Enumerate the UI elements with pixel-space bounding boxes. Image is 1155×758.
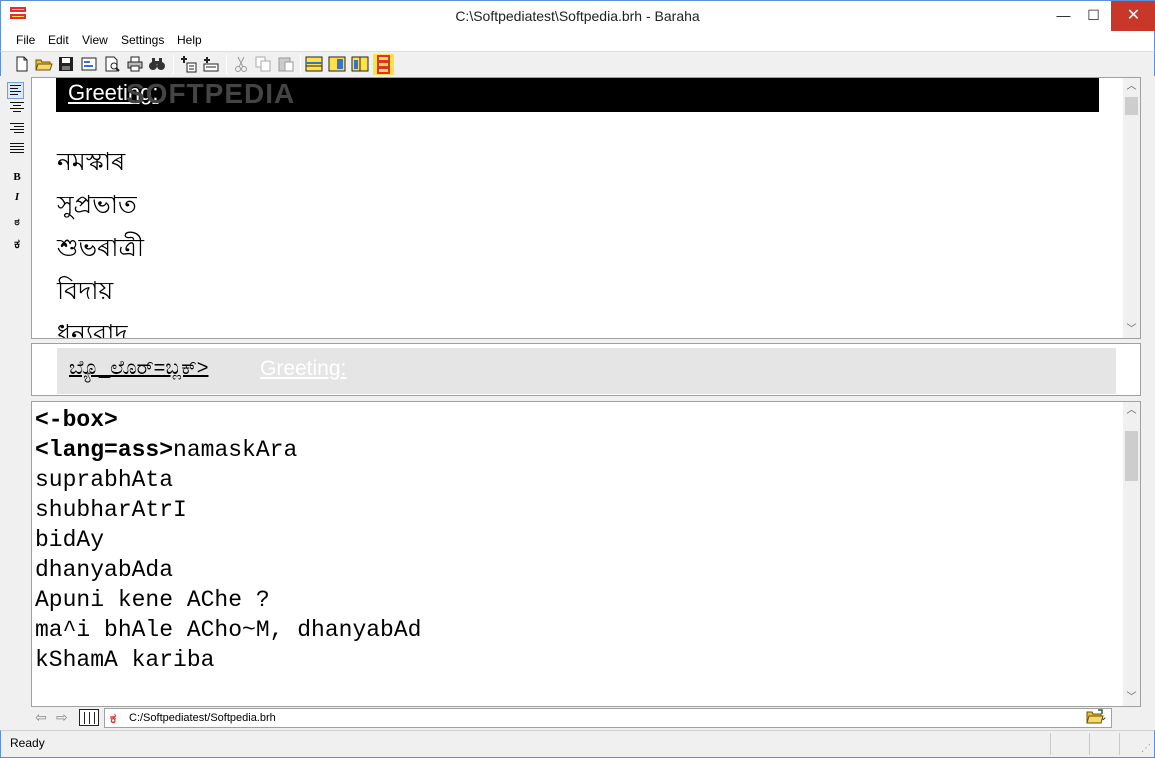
- editor-line: ma^i bhAle ACho~M, dhanyabAd: [35, 617, 422, 643]
- tag-preview-bar: ಬ್ಯೊ_ಲೊರ್=ಬ್ಲಕ್> Greeting:: [31, 343, 1141, 396]
- layout-stacked-icon[interactable]: [373, 54, 394, 75]
- copy-icon[interactable]: [254, 55, 272, 73]
- back-arrow-icon[interactable]: ⇦: [35, 709, 47, 726]
- scroll-down-icon[interactable]: ﹀: [1123, 689, 1140, 706]
- print-icon[interactable]: [126, 55, 144, 73]
- forward-arrow-icon[interactable]: ⇨: [56, 709, 68, 726]
- print-preview-icon[interactable]: [103, 55, 121, 73]
- find-icon[interactable]: [148, 55, 166, 73]
- menu-help[interactable]: Help: [177, 33, 202, 47]
- close-button[interactable]: ✕: [1111, 1, 1155, 31]
- maximize-button[interactable]: ☐: [1071, 1, 1116, 31]
- softpedia-watermark: SOFTPEDIA: [126, 78, 296, 109]
- source-editor[interactable]: <-box> <lang=ass>namaskAra suprabhAta sh…: [31, 401, 1141, 707]
- editor-line: <lang=ass>namaskAra: [35, 435, 297, 465]
- editor-line: Apuni kene AChe ?: [35, 587, 270, 613]
- toolbar-separator: [226, 55, 227, 74]
- scroll-up-icon[interactable]: ︿: [1123, 78, 1140, 95]
- markup-tag: <lang=ass>: [35, 437, 174, 463]
- status-divider: [1089, 733, 1090, 755]
- preview-scrollbar[interactable]: ︿ ﹀: [1123, 78, 1140, 338]
- markup-tag: <-box>: [35, 407, 118, 433]
- layout-left-icon[interactable]: [328, 55, 346, 73]
- menu-settings[interactable]: Settings: [121, 33, 164, 47]
- script-icon[interactable]: ಠ: [10, 216, 24, 230]
- bengali-line-namaskar: নমস্কাৰ: [57, 148, 126, 176]
- line-text: namaskAra: [173, 437, 298, 463]
- justify-icon[interactable]: [10, 143, 24, 157]
- editor-line: dhanyabAda: [35, 557, 174, 583]
- editor-line: kShamA kariba: [35, 647, 215, 673]
- status-bar: Ready ⋰: [0, 730, 1155, 758]
- title-bar: C:\Softpediatest\Softpedia.brh - Baraha …: [0, 0, 1155, 31]
- bold-button[interactable]: B: [10, 170, 24, 184]
- scroll-thumb[interactable]: [1125, 97, 1138, 115]
- status-divider: [1119, 733, 1120, 755]
- file-path-text: C:/Softpediatest/Softpedia.brh: [129, 712, 276, 724]
- bengali-line-dhanyabad: ধন্যবাদ: [57, 320, 128, 339]
- menu-view[interactable]: View: [82, 33, 108, 47]
- editor-line: <-box>: [35, 405, 118, 435]
- toolbar-separator: [173, 55, 174, 74]
- layout-vertical-icon[interactable]: [351, 55, 369, 73]
- file-path-combo[interactable]: ಕ C:/Softpediatest/Softpedia.brh ⌄: [104, 708, 1112, 728]
- scroll-up-icon[interactable]: ︿: [1123, 402, 1140, 419]
- paste-icon[interactable]: [277, 55, 295, 73]
- baraha-script-icon: ಕ: [110, 710, 117, 726]
- book-icon[interactable]: [79, 709, 99, 726]
- status-text: Ready: [10, 736, 45, 750]
- new-file-icon[interactable]: [13, 55, 31, 73]
- menu-bar: File Edit View Settings Help: [0, 31, 1155, 51]
- scroll-thumb[interactable]: [1125, 431, 1138, 481]
- menu-file[interactable]: File: [16, 33, 35, 47]
- status-divider: [1050, 733, 1051, 755]
- scroll-down-icon[interactable]: ﹀: [1123, 321, 1140, 338]
- preview-pane[interactable]: Greeting: SOFTPEDIA নমস্কাৰ সুপ্ৰভাত শুভ…: [31, 77, 1141, 339]
- align-left-icon[interactable]: [7, 82, 24, 99]
- convert-all-icon[interactable]: [201, 55, 219, 73]
- bengali-line-biday: বিদায়: [57, 277, 114, 305]
- align-center-icon[interactable]: [10, 102, 24, 116]
- convert-icon[interactable]: [179, 55, 197, 73]
- open-folder-icon[interactable]: [35, 55, 53, 73]
- resize-grip-icon[interactable]: ⋰: [1141, 743, 1151, 754]
- toolbar: [0, 51, 1155, 76]
- toolbar-separator: [300, 55, 301, 74]
- editor-line: suprabhAta: [35, 467, 174, 493]
- greeting-heading-box: Greeting: SOFTPEDIA: [56, 78, 1099, 112]
- editor-line: shubharAtrI: [35, 497, 187, 523]
- tag-greeting-text: Greeting:: [260, 357, 347, 380]
- open-folder-icon[interactable]: [1086, 709, 1104, 724]
- bengali-line-suprabhat: সুপ্ৰভাত: [57, 191, 137, 219]
- save-icon[interactable]: [57, 55, 75, 73]
- menu-edit[interactable]: Edit: [48, 33, 69, 47]
- format-sidebar: B I ಠ ಕ: [1, 77, 29, 707]
- export-icon[interactable]: [80, 55, 98, 73]
- italic-button[interactable]: I: [10, 190, 24, 204]
- align-right-icon[interactable]: [10, 123, 24, 137]
- editor-scrollbar[interactable]: ︿ ﹀: [1123, 402, 1140, 706]
- tag-preview-box: ಬ್ಯೊ_ಲೊರ್=ಬ್ಲಕ್> Greeting:: [57, 348, 1116, 394]
- cut-icon[interactable]: [232, 55, 250, 73]
- editor-line: bidAy: [35, 527, 105, 553]
- file-path-bar: ⇦ ⇨ ಕ C:/Softpediatest/Softpedia.brh ⌄: [31, 707, 1141, 729]
- script-alt-icon[interactable]: ಕ: [10, 237, 24, 251]
- kannada-tag-text: ಬ್ಯೊ_ಲೊರ್=ಬ್ಲಕ್>: [69, 357, 209, 379]
- layout-horizontal-icon[interactable]: [305, 55, 323, 73]
- window-title: C:\Softpediatest\Softpedia.brh - Baraha: [455, 8, 700, 24]
- bengali-line-shubharatri: শুভৰাত্ৰী: [57, 234, 144, 262]
